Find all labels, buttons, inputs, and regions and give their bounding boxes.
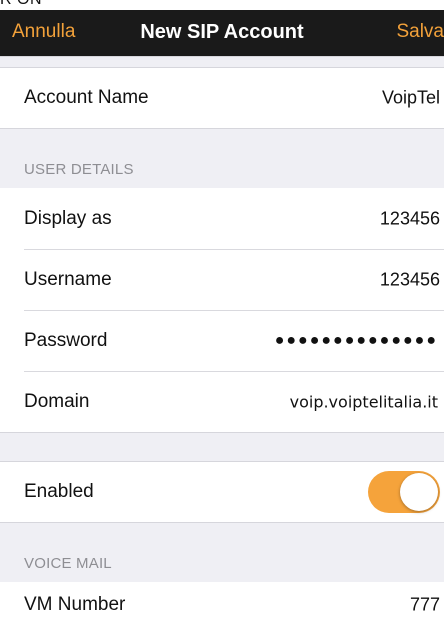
user-details-header-label: USER DETAILS xyxy=(24,161,134,178)
account-name-label: Account Name xyxy=(24,87,149,108)
username-label: Username xyxy=(24,269,112,290)
enabled-row: Enabled xyxy=(0,462,444,522)
vm-number-row[interactable]: VM Number 777 xyxy=(0,582,444,628)
voice-mail-header: VOICE MAIL xyxy=(0,522,444,582)
status-bar-fragment: R ON xyxy=(0,0,444,10)
password-row[interactable]: Password ●●●●●●●●●●●●●● xyxy=(0,311,444,371)
account-name-value[interactable]: VoipTel xyxy=(382,88,440,109)
username-value[interactable]: 123456 xyxy=(380,270,440,291)
domain-label: Domain xyxy=(24,391,90,412)
status-bar-text: R ON xyxy=(0,0,42,9)
vm-number-label: VM Number xyxy=(24,594,126,615)
enabled-label: Enabled xyxy=(24,481,94,502)
domain-value[interactable]: voip.voiptelitalia.it xyxy=(290,393,438,412)
section-spacer xyxy=(0,56,444,68)
password-field[interactable]: ●●●●●●●●●●●●●● xyxy=(275,332,438,350)
vm-number-value[interactable]: 777 xyxy=(410,595,440,616)
domain-row[interactable]: Domain voip.voiptelitalia.it xyxy=(0,372,444,432)
navigation-bar: Annulla New SIP Account Salva xyxy=(0,10,444,56)
username-row[interactable]: Username 123456 xyxy=(0,250,444,310)
password-label: Password xyxy=(24,330,108,351)
save-button[interactable]: Salva xyxy=(396,20,444,44)
user-details-header: USER DETAILS xyxy=(0,128,444,188)
account-name-row[interactable]: Account Name VoipTel xyxy=(0,68,444,128)
enabled-toggle[interactable] xyxy=(368,471,440,513)
display-as-value[interactable]: 123456 xyxy=(380,208,440,229)
voice-mail-header-label: VOICE MAIL xyxy=(24,555,112,572)
cancel-button[interactable]: Annulla xyxy=(12,20,75,44)
display-as-label: Display as xyxy=(24,207,112,229)
toggle-knob xyxy=(400,473,438,511)
display-as-row[interactable]: Display as 123456 xyxy=(0,188,444,249)
section-spacer xyxy=(0,432,444,462)
